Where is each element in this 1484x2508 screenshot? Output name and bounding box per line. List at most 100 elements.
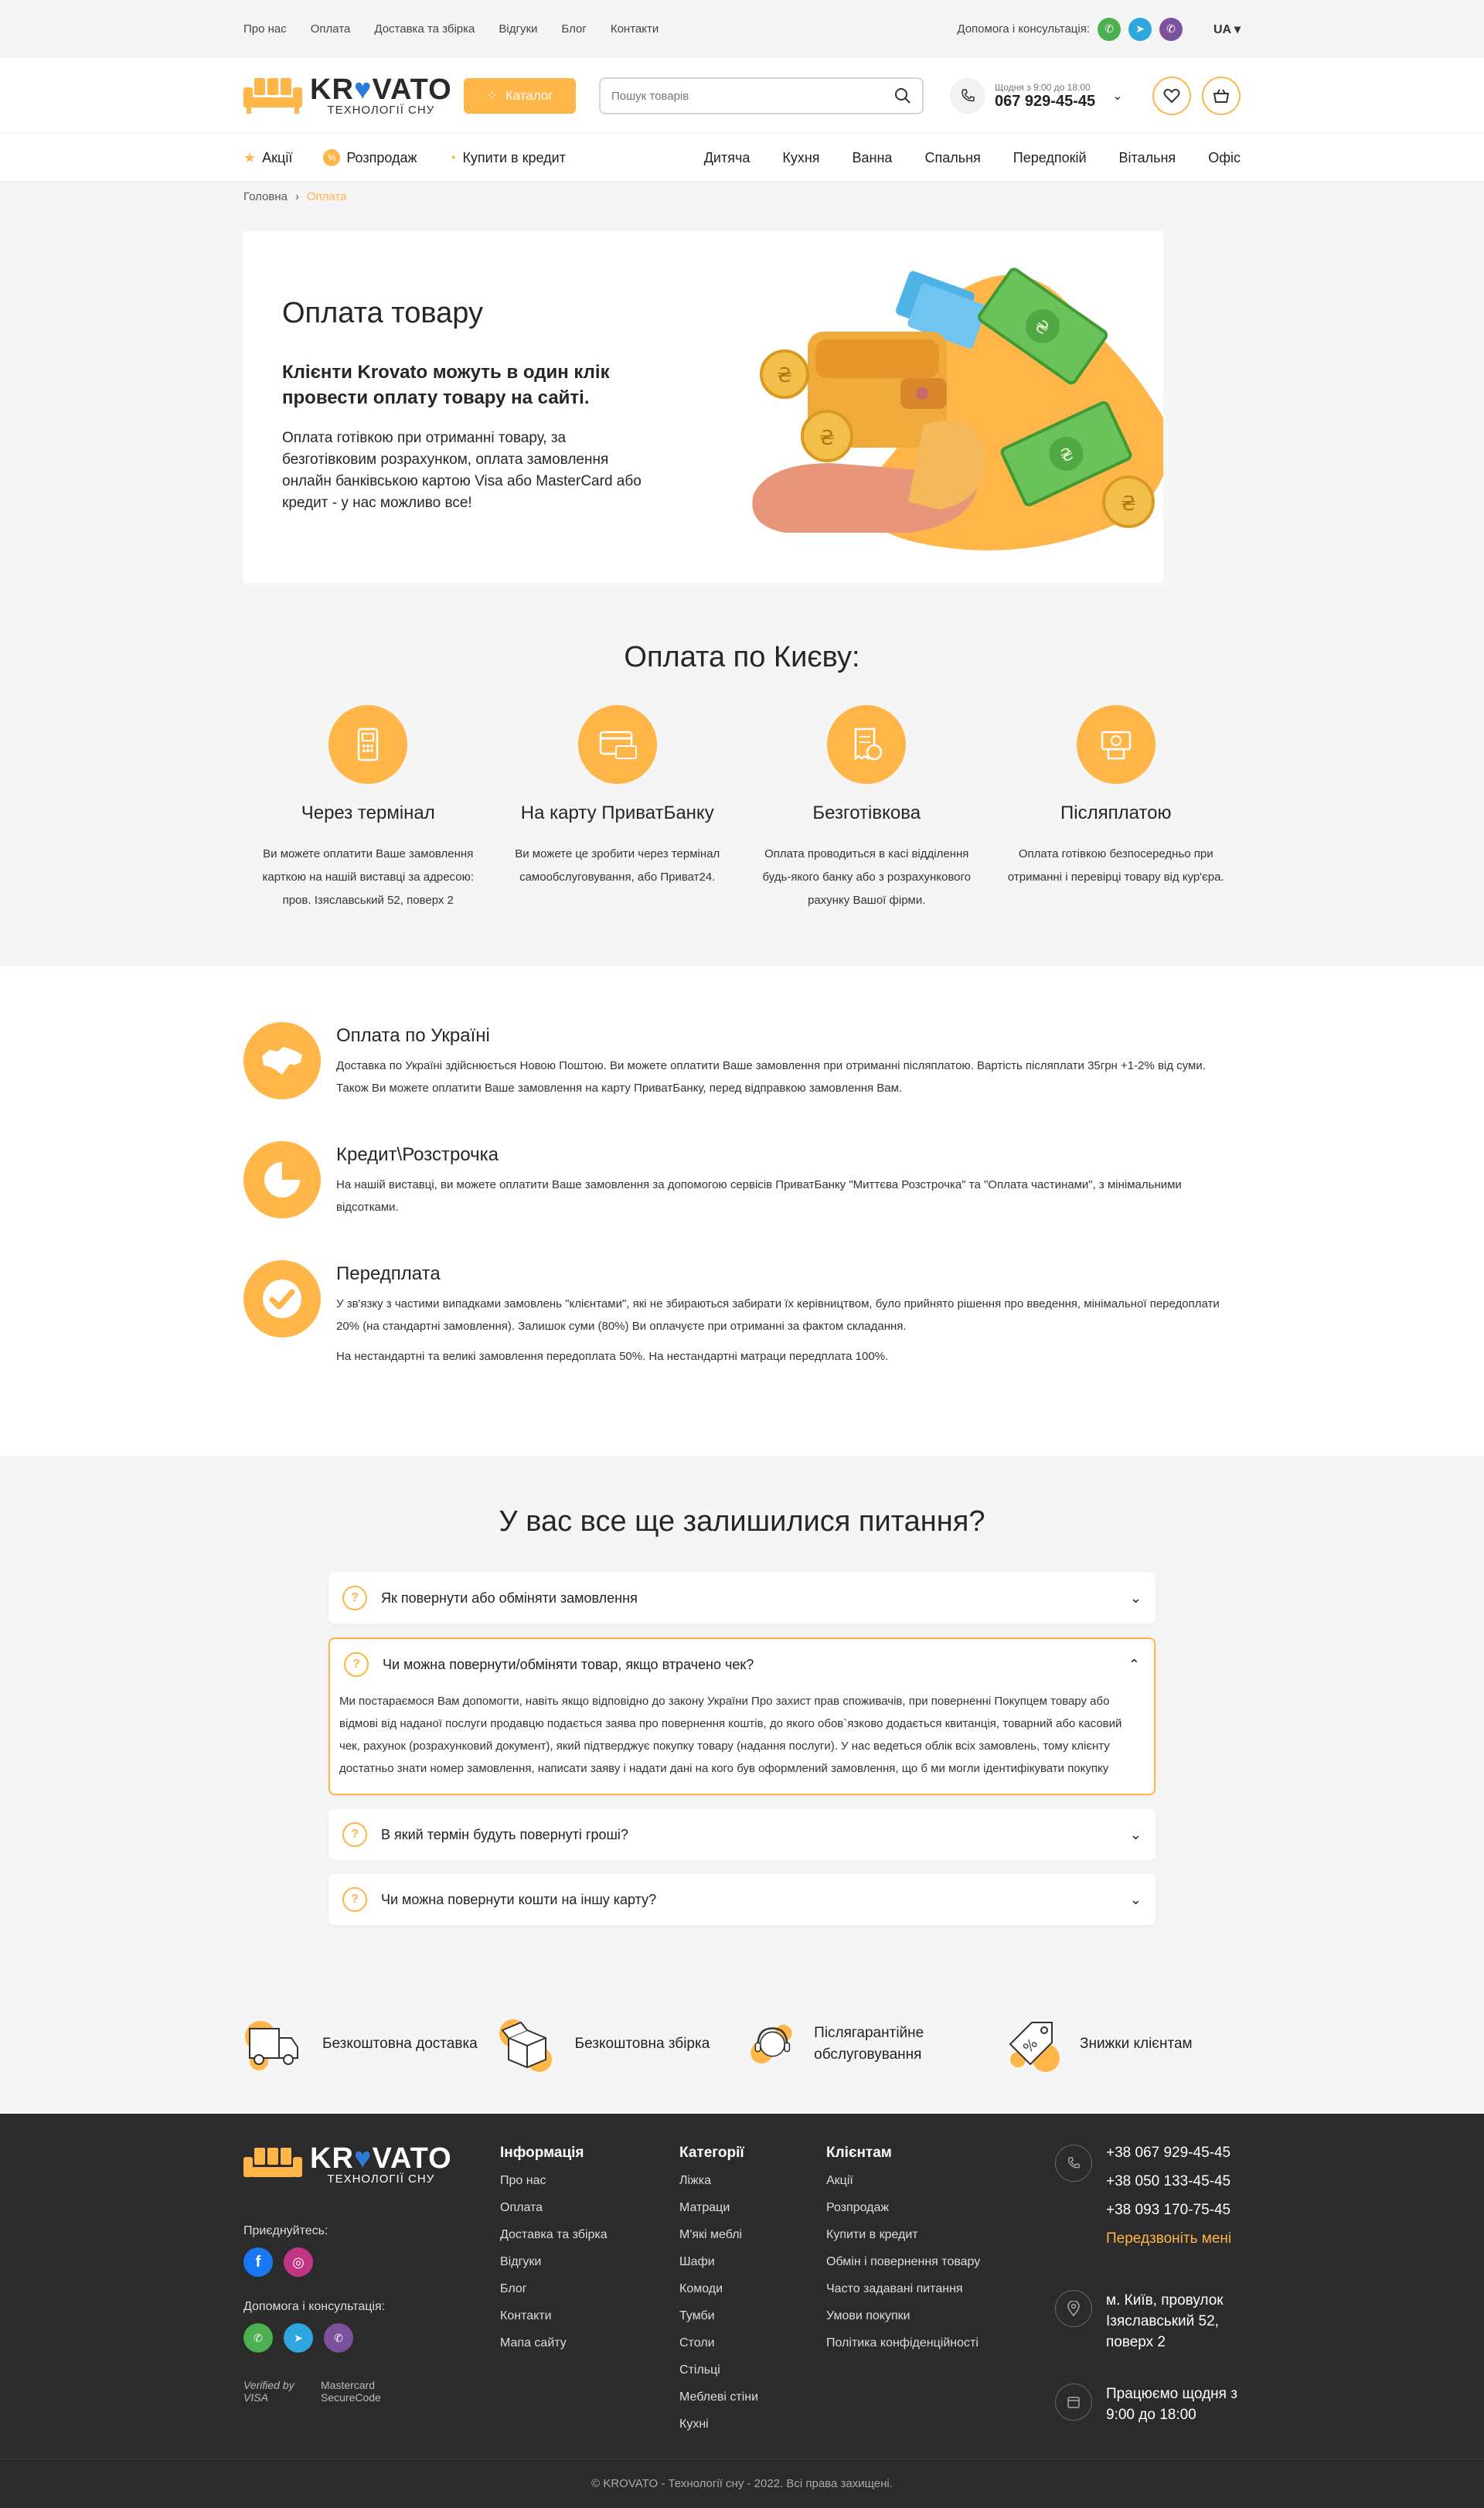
footer-link[interactable]: Відгуки bbox=[500, 2255, 679, 2269]
telegram-icon[interactable]: ➤ bbox=[1128, 17, 1152, 41]
footer-link[interactable]: М'які меблі bbox=[679, 2228, 826, 2242]
nav-kitchen[interactable]: Кухня bbox=[782, 150, 819, 166]
faq-question-text: Як повернути або обміняти замовлення bbox=[381, 1590, 638, 1606]
chevron-down-icon: ⌄ bbox=[1129, 1891, 1142, 1907]
help-label: Допомога і консультація: bbox=[957, 22, 1090, 36]
footer-link[interactable]: Обмін і повернення товару bbox=[826, 2255, 1055, 2269]
info-text: На нашій виставці, ви можете оплатити Ва… bbox=[336, 1178, 1182, 1214]
footer-link[interactable]: Комоди bbox=[679, 2282, 826, 2296]
top-link-contacts[interactable]: Контакти bbox=[611, 22, 659, 36]
benefit-service: Післягарантійне обслуговування bbox=[748, 2013, 988, 2075]
cart-button[interactable] bbox=[1202, 77, 1241, 115]
kiev-item-title: На карту ПриватБанку bbox=[520, 802, 714, 823]
footer-link[interactable]: Контакти bbox=[500, 2309, 679, 2323]
footer-link[interactable]: Про нас bbox=[500, 2174, 679, 2188]
footer-logo[interactable]: KR♥VATO ТЕХНОЛОГІЇ СНУ bbox=[243, 2144, 464, 2186]
chevron-down-icon: ⌄ bbox=[1129, 1590, 1142, 1606]
kiev-item-title: Післяплатою bbox=[1060, 802, 1172, 823]
footer-address: м. Київ, провулок Ізяславський 52, повер… bbox=[1106, 2292, 1224, 2350]
footer-link[interactable]: Розпродаж bbox=[826, 2201, 1055, 2215]
footer-link[interactable]: Часто задавані питання bbox=[826, 2282, 1055, 2296]
footer-link[interactable]: Мапа сайту bbox=[500, 2336, 679, 2350]
callback-link[interactable]: Передзвоніть мені bbox=[1106, 2230, 1231, 2247]
catalog-button[interactable]: ⁘ Каталог bbox=[464, 78, 576, 114]
benefit-label: Безкоштовна збірка bbox=[574, 2036, 710, 2052]
top-link-delivery[interactable]: Доставка та збірка bbox=[374, 22, 475, 36]
chevron-down-icon: ⌄ bbox=[1129, 1826, 1142, 1842]
chevron-right-icon: › bbox=[295, 189, 299, 203]
wishlist-button[interactable] bbox=[1152, 77, 1191, 115]
logo[interactable]: KR♥VATO ТЕХНОЛОГІЇ СНУ bbox=[243, 75, 464, 117]
footer-link[interactable]: Стільці bbox=[679, 2363, 826, 2377]
top-link-about[interactable]: Про нас bbox=[243, 22, 287, 36]
chevron-down-icon[interactable]: ⌄ bbox=[1112, 88, 1122, 104]
benefit-delivery: Безкоштовна доставка bbox=[243, 2013, 483, 2075]
search-icon[interactable] bbox=[894, 87, 911, 104]
kiev-item-cod: Післяплатою Оплата готівкою безпосереднь… bbox=[992, 705, 1241, 912]
footer-link[interactable]: Оплата bbox=[500, 2201, 679, 2215]
nav-hallway[interactable]: Передпокій bbox=[1013, 150, 1087, 166]
hero-text: Оплата готівкою при отриманні товару, за… bbox=[282, 430, 642, 511]
phone-icon bbox=[1055, 2145, 1092, 2182]
percent-icon: % bbox=[323, 149, 341, 166]
brand-slogan: ТЕХНОЛОГІЇ СНУ bbox=[327, 2172, 435, 2186]
nav-office[interactable]: Офіс bbox=[1208, 150, 1241, 166]
footer-link[interactable]: Шафи bbox=[679, 2255, 826, 2269]
telegram-icon[interactable]: ➤ bbox=[284, 2323, 313, 2353]
footer-phone[interactable]: +38 093 170-75-45 bbox=[1106, 2202, 1231, 2219]
whatsapp-icon[interactable]: ✆ bbox=[1098, 17, 1121, 41]
breadcrumb: Головна › Оплата bbox=[243, 182, 1241, 211]
svg-text:₴: ₴ bbox=[819, 427, 835, 450]
nav-bedroom[interactable]: Спальня bbox=[924, 150, 980, 166]
footer-link[interactable]: Умови покупки bbox=[826, 2309, 1055, 2323]
calendar-icon bbox=[1055, 2384, 1092, 2421]
work-hours: Щодня з 9:00 до 18:00 bbox=[995, 81, 1091, 93]
viber-icon[interactable]: ✆ bbox=[1159, 17, 1183, 41]
search-input[interactable] bbox=[611, 89, 874, 103]
nav-living[interactable]: Вітальня bbox=[1119, 150, 1176, 166]
footer-link[interactable]: Тумби bbox=[679, 2309, 826, 2323]
footer-link[interactable]: Блог bbox=[500, 2282, 679, 2296]
header-phone[interactable]: 067 929-45-45 bbox=[995, 93, 1095, 111]
kiev-title: Оплата по Києву: bbox=[624, 641, 860, 673]
nav-kids[interactable]: Дитяча bbox=[704, 150, 751, 166]
footer-link[interactable]: Купити в кредит bbox=[826, 2228, 1055, 2242]
breadcrumb-home[interactable]: Головна bbox=[243, 190, 288, 203]
viber-icon[interactable]: ✆ bbox=[324, 2323, 353, 2353]
truck-icon bbox=[245, 2021, 298, 2070]
top-link-reviews[interactable]: Відгуки bbox=[499, 22, 537, 36]
faq-item: ? Чи можна повернути кошти на іншу карту?… bbox=[328, 1874, 1156, 1925]
facebook-icon[interactable]: f bbox=[243, 2247, 273, 2277]
footer-link[interactable]: Кухні bbox=[679, 2418, 826, 2431]
nav-credit[interactable]: ◔ Купити в кредит bbox=[448, 149, 566, 166]
brand-slogan: ТЕХНОЛОГІЇ СНУ bbox=[327, 103, 435, 117]
footer-link[interactable]: Доставка та збірка bbox=[500, 2228, 679, 2242]
footer-link[interactable]: Матраци bbox=[679, 2201, 826, 2215]
footer-col-title: Інформація bbox=[500, 2145, 584, 2161]
header: KR♥VATO ТЕХНОЛОГІЇ СНУ ⁘ Каталог Щодня з… bbox=[0, 58, 1484, 134]
faq-question[interactable]: ? Як повернути або обміняти замовлення ⌄ bbox=[328, 1573, 1156, 1624]
nav-sale[interactable]: % Розпродаж bbox=[323, 149, 417, 166]
footer-phone[interactable]: +38 067 929-45-45 bbox=[1106, 2145, 1231, 2162]
footer-link[interactable]: Політика конфіденційності bbox=[826, 2336, 1055, 2350]
location-pin-icon bbox=[1055, 2290, 1092, 2327]
top-link-blog[interactable]: Блог bbox=[561, 22, 586, 36]
hero-subtitle: Клієнти Krovato можуть в один клік прове… bbox=[282, 362, 610, 408]
instagram-icon[interactable]: ◎ bbox=[284, 2247, 313, 2277]
faq-question[interactable]: ? Чи можна повернути кошти на іншу карту?… bbox=[328, 1874, 1156, 1925]
footer-phone[interactable]: +38 050 133-45-45 bbox=[1106, 2173, 1231, 2190]
language-switcher[interactable]: UA ▾ bbox=[1213, 22, 1241, 37]
footer-link[interactable]: Акції bbox=[826, 2174, 1055, 2188]
faq-question[interactable]: ? Чи можна повернути/обміняти товар, якщо… bbox=[330, 1639, 1154, 1690]
faq-question[interactable]: ? В який термін будуть повернуті гроші? ⌄ bbox=[328, 1809, 1156, 1860]
nav-promotions[interactable]: ★ Акції bbox=[243, 149, 292, 166]
footer-link[interactable]: Столи bbox=[679, 2336, 826, 2350]
footer-link[interactable]: Меблеві стіни bbox=[679, 2390, 826, 2404]
headset-icon bbox=[751, 2024, 792, 2064]
benefit-discounts: % Знижки клієнтам bbox=[1001, 2013, 1241, 2075]
nav-bath[interactable]: Ванна bbox=[853, 150, 893, 166]
whatsapp-icon[interactable]: ✆ bbox=[243, 2323, 273, 2353]
footer-link[interactable]: Ліжка bbox=[679, 2174, 826, 2188]
top-link-payment[interactable]: Оплата bbox=[311, 22, 351, 36]
phone-block[interactable]: Щодня з 9:00 до 18:00 067 929-45-45 ⌄ bbox=[950, 78, 1123, 114]
